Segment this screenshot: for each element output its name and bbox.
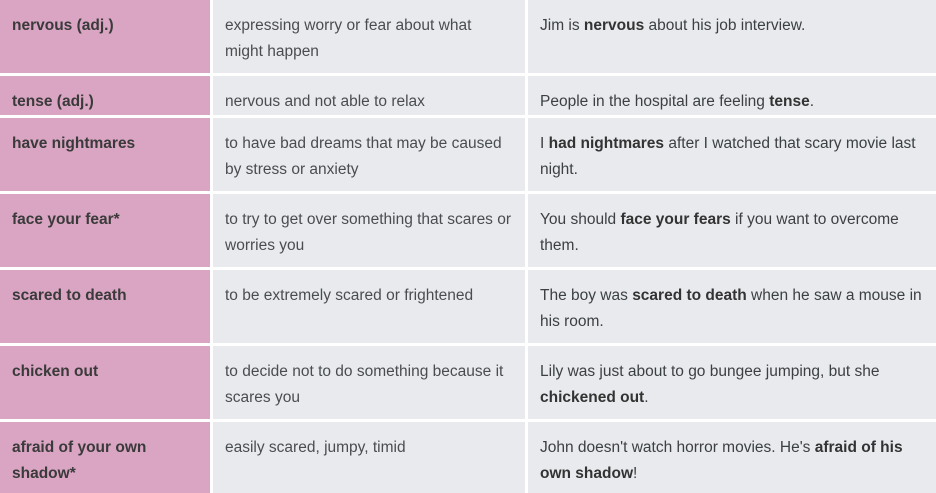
term-cell: face your fear*: [0, 194, 210, 267]
term-cell: tense (adj.): [0, 76, 210, 115]
example-cell: The boy was scared to death when he saw …: [528, 270, 936, 343]
vocabulary-table: nervous (adj.) expressing worry or fear …: [0, 0, 936, 493]
example-cell: Lily was just about to go bungee jumping…: [528, 346, 936, 419]
example-highlight: scared to death: [632, 287, 747, 304]
table-row: tense (adj.) nervous and not able to rel…: [0, 76, 936, 115]
table-row: chicken out to decide not to do somethin…: [0, 346, 936, 419]
example-highlight: had nightmares: [548, 135, 665, 152]
example-text: .: [809, 93, 815, 110]
example-highlight: nervous: [583, 17, 645, 34]
example-text: The boy was: [540, 287, 633, 304]
example-cell: John doesn't watch horror movies. He's a…: [528, 422, 936, 493]
definition-cell: to decide not to do something because it…: [213, 346, 525, 419]
example-highlight: face your fears: [620, 211, 731, 228]
example-text: You should: [540, 211, 621, 228]
term-cell: have nightmares: [0, 118, 210, 191]
example-cell: You should face your fears if you want t…: [528, 194, 936, 267]
example-cell: Jim is nervous about his job interview.: [528, 0, 936, 73]
definition-cell: expressing worry or fear about what migh…: [213, 0, 525, 73]
example-text: John doesn't watch horror movies. He's: [540, 439, 815, 456]
example-highlight: tense: [769, 93, 810, 110]
term-cell: scared to death: [0, 270, 210, 343]
table-row: face your fear* to try to get over somet…: [0, 194, 936, 267]
table-row: afraid of your own shadow* easily scared…: [0, 422, 936, 493]
term-cell: afraid of your own shadow*: [0, 422, 210, 493]
table-row: have nightmares to have bad dreams that …: [0, 118, 936, 191]
example-text: Lily was just about to go bungee jumping…: [540, 363, 880, 380]
definition-cell: nervous and not able to relax: [213, 76, 525, 115]
definition-cell: to be extremely scared or frightened: [213, 270, 525, 343]
table-row: nervous (adj.) expressing worry or fear …: [0, 0, 936, 73]
example-text: !: [633, 465, 638, 482]
example-text: about his job interview.: [644, 17, 806, 34]
definition-cell: to have bad dreams that may be caused by…: [213, 118, 525, 191]
term-cell: chicken out: [0, 346, 210, 419]
example-text: Jim is: [540, 17, 584, 34]
example-text: People in the hospital are feeling: [540, 93, 770, 110]
table-row: scared to death to be extremely scared o…: [0, 270, 936, 343]
example-cell: I had nightmares after I watched that sc…: [528, 118, 936, 191]
example-text: I: [540, 135, 549, 152]
definition-cell: to try to get over something that scares…: [213, 194, 525, 267]
definition-cell: easily scared, jumpy, timid: [213, 422, 525, 493]
example-highlight: chickened out: [540, 389, 645, 406]
term-cell: nervous (adj.): [0, 0, 210, 73]
example-text: .: [644, 389, 649, 406]
example-cell: People in the hospital are feeling tense…: [528, 76, 936, 115]
